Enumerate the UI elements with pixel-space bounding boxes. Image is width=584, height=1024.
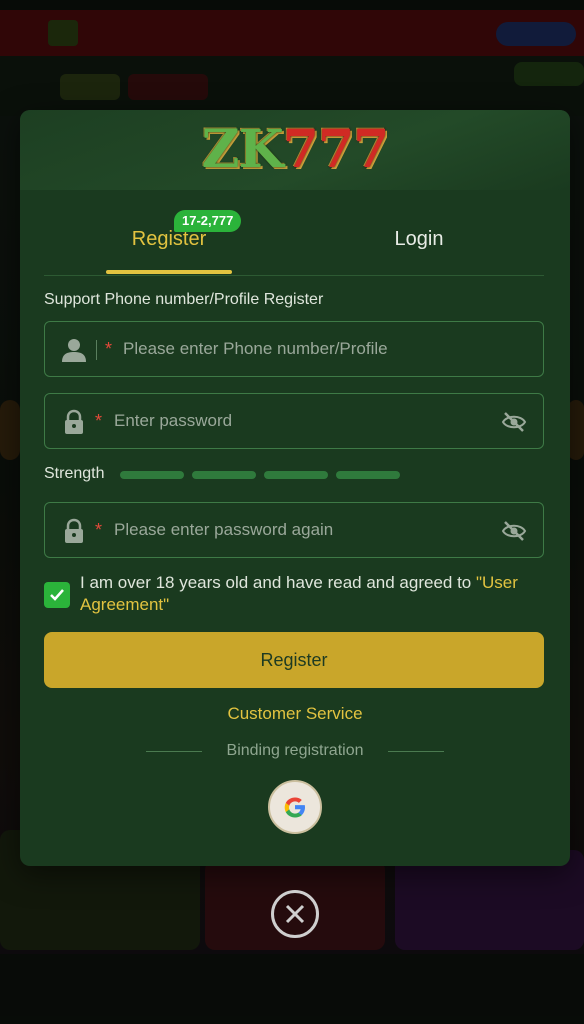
binding-registration-divider: Binding registration xyxy=(146,740,444,762)
tab-register[interactable]: Register xyxy=(44,210,294,276)
confirm-password-placeholder: Please enter password again xyxy=(114,520,334,539)
required-mark: * xyxy=(95,520,103,540)
strength-segment xyxy=(192,471,256,479)
eye-off-icon[interactable] xyxy=(501,410,527,434)
password-input[interactable]: * Enter password xyxy=(44,393,544,449)
confirm-password-input[interactable]: * Please enter password again xyxy=(44,502,544,558)
close-modal-button[interactable] xyxy=(271,890,319,938)
divider-line xyxy=(388,751,444,752)
auth-tabs: Register 17-2,777 Login xyxy=(44,210,544,276)
register-method-label: Support Phone number/Profile Register xyxy=(44,291,324,308)
strength-segment xyxy=(120,471,184,479)
required-mark: * xyxy=(95,411,103,431)
register-modal: ZK777 Register 17-2,777 Login Support Ph… xyxy=(20,110,570,866)
lock-icon xyxy=(65,409,83,434)
agreement-text: I am over 18 years old and have read and… xyxy=(80,572,544,616)
password-placeholder: Enter password xyxy=(114,411,233,430)
register-button[interactable]: Register xyxy=(44,632,544,688)
tab-login[interactable]: Login xyxy=(294,210,544,276)
google-login-button[interactable] xyxy=(268,780,322,834)
customer-service-link[interactable]: Customer Service xyxy=(20,704,570,724)
register-bonus-badge: 17-2,777 xyxy=(174,210,242,232)
input-divider xyxy=(96,340,97,360)
lock-icon xyxy=(65,518,83,543)
strength-segment xyxy=(336,471,400,479)
user-icon xyxy=(62,339,86,362)
strength-label: Strength xyxy=(44,465,105,482)
tab-login-label: Login xyxy=(394,228,444,250)
close-icon xyxy=(285,904,305,924)
brand-logo: ZK777 xyxy=(201,119,390,180)
eye-off-icon[interactable] xyxy=(501,519,527,543)
phone-profile-input[interactable]: * Please enter Phone number/Profile xyxy=(44,321,544,377)
required-mark: * xyxy=(105,339,113,359)
google-icon xyxy=(284,797,305,818)
modal-header: ZK777 xyxy=(20,110,570,190)
active-tab-indicator xyxy=(106,270,232,274)
phone-profile-placeholder: Please enter Phone number/Profile xyxy=(123,339,388,358)
agreement-statement: I am over 18 years old and have read and… xyxy=(80,573,476,592)
agreement-checkbox[interactable] xyxy=(44,582,70,608)
strength-segment xyxy=(264,471,328,479)
check-icon xyxy=(50,589,64,601)
